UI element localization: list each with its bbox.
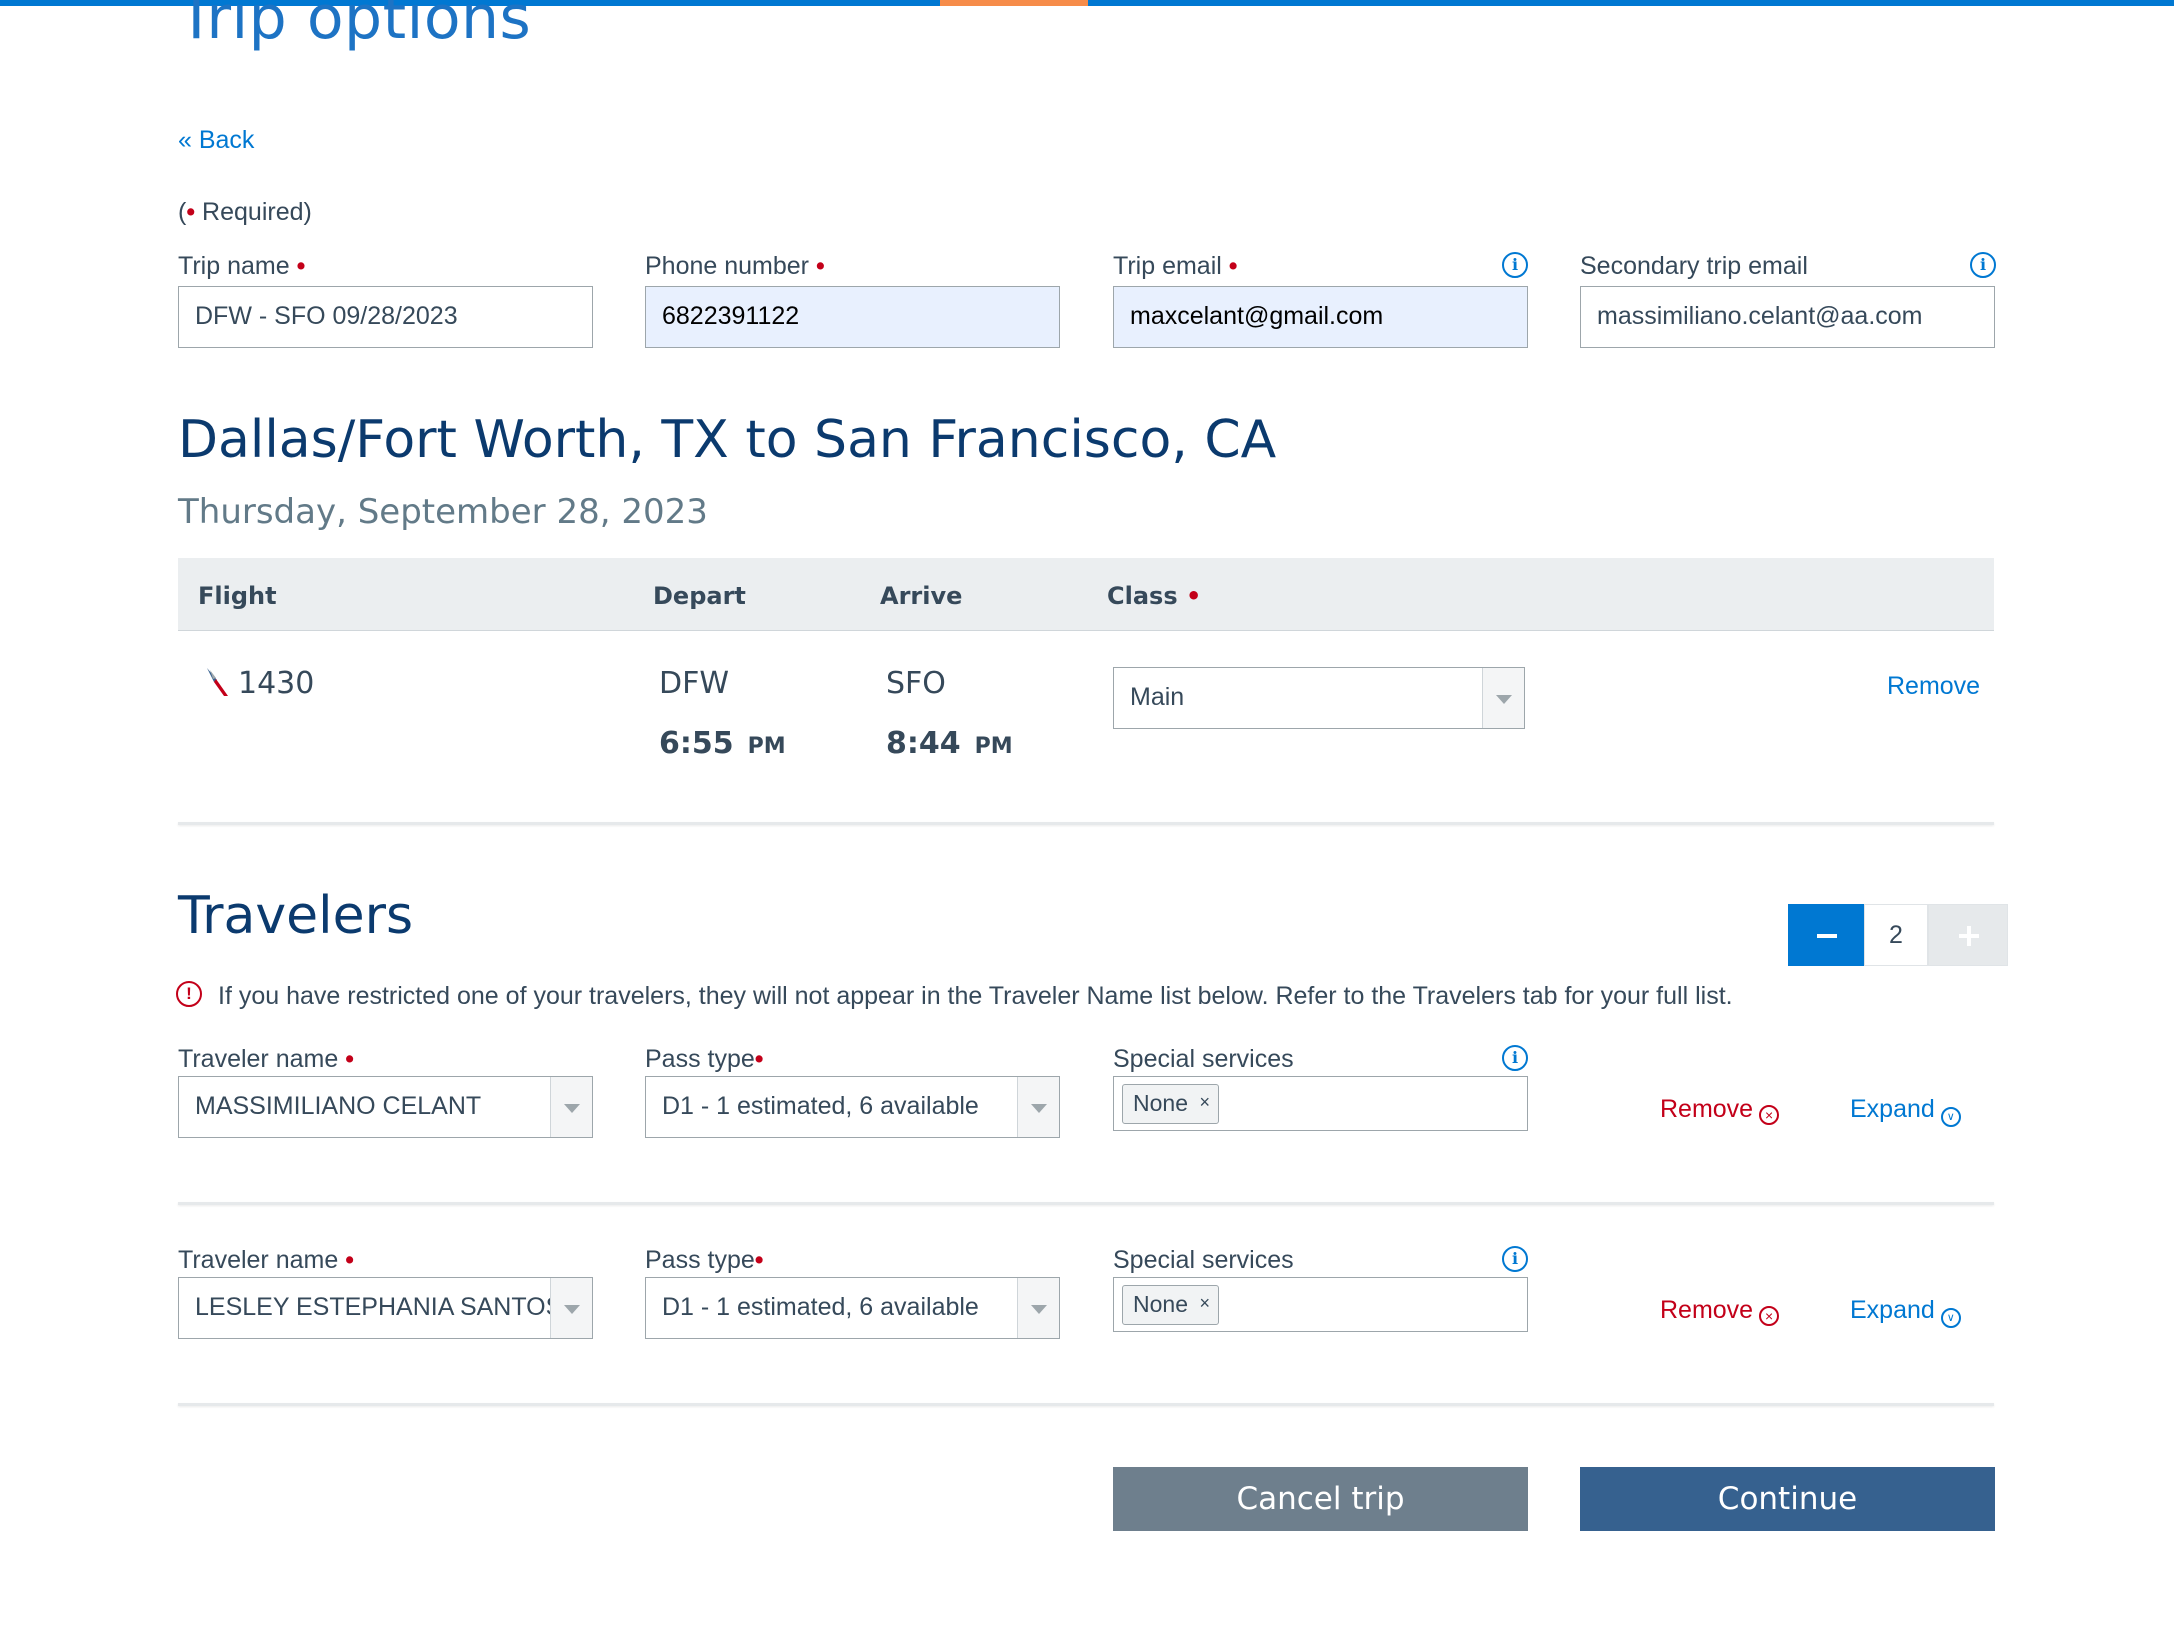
arrive-airport: SFO — [886, 666, 946, 701]
expand-traveler-button[interactable]: Expand ∨ — [1850, 1296, 1961, 1328]
pass-type-value: D1 - 1 estimated, 6 available — [662, 1092, 979, 1120]
route-title: Dallas/Fort Worth, TX to San Francisco, … — [178, 410, 1277, 470]
trip-name-input[interactable]: DFW - SFO 09/28/2023 — [178, 286, 593, 348]
cancel-trip-button[interactable]: Cancel trip — [1113, 1467, 1528, 1531]
traveler-name-label: Traveler name • — [178, 1045, 354, 1073]
traveler-count: 2 — [1864, 904, 1928, 966]
service-tag: None × — [1122, 1285, 1219, 1325]
trip-email-label: Trip email • — [1113, 252, 1238, 280]
traveler-name-select[interactable]: MASSIMILIANO CELANT — [178, 1076, 593, 1138]
route-date: Thursday, September 28, 2023 — [178, 492, 708, 532]
pass-type-select[interactable]: D1 - 1 estimated, 6 available — [645, 1076, 1060, 1138]
flight-table-header: Flight Depart Arrive Class • — [178, 558, 1994, 631]
remove-flight-link[interactable]: Remove — [1887, 672, 1980, 701]
close-circle-icon: × — [1759, 1105, 1780, 1125]
restricted-travelers-notice: If you have restricted one of your trave… — [218, 982, 1733, 1010]
chevron-down-icon[interactable] — [1017, 1278, 1059, 1338]
depart-airport: DFW — [659, 666, 730, 701]
secondary-email-label: Secondary trip email — [1580, 252, 1808, 280]
class-select[interactable]: Main — [1113, 667, 1525, 729]
traveler-name-label: Traveler name • — [178, 1246, 354, 1274]
secondary-email-input[interactable]: massimiliano.celant@aa.com — [1580, 286, 1995, 348]
remove-tag-icon[interactable]: × — [1199, 1084, 1210, 1121]
special-services-input[interactable]: None × — [1113, 1277, 1528, 1332]
chevron-down-icon[interactable] — [550, 1077, 592, 1137]
continue-button[interactable]: Continue — [1580, 1467, 1995, 1531]
traveler-name-select[interactable]: LESLEY ESTEPHANIA SANTOS — [178, 1277, 593, 1339]
traveler-name-value: MASSIMILIANO CELANT — [195, 1092, 482, 1120]
remove-traveler-button[interactable]: Remove × — [1660, 1296, 1780, 1326]
divider — [178, 1202, 1994, 1205]
phone-number-label: Phone number • — [645, 252, 825, 280]
arrive-time: 8:44 PM — [886, 726, 1013, 761]
header-flight: Flight — [198, 582, 277, 610]
header-arrive: Arrive — [880, 582, 963, 610]
pass-type-value: D1 - 1 estimated, 6 available — [662, 1293, 979, 1321]
pass-type-label: Pass type• — [645, 1246, 764, 1274]
pass-type-select[interactable]: D1 - 1 estimated, 6 available — [645, 1277, 1060, 1339]
class-select-value: Main — [1130, 683, 1185, 711]
remove-tag-icon[interactable]: × — [1199, 1285, 1210, 1322]
trip-email-info-icon[interactable]: i — [1502, 252, 1528, 278]
increase-travelers-button[interactable] — [1928, 904, 2008, 966]
close-circle-icon: × — [1759, 1306, 1780, 1326]
depart-time: 6:55 PM — [659, 726, 786, 761]
chevron-down-icon[interactable] — [1482, 668, 1524, 728]
special-services-info-icon[interactable]: i — [1502, 1246, 1528, 1272]
required-note: (• Required) — [178, 198, 312, 226]
service-tag: None × — [1122, 1084, 1219, 1124]
header-depart: Depart — [653, 582, 746, 610]
progress-bar-active-step — [940, 0, 1088, 6]
pass-type-label: Pass type• — [645, 1045, 764, 1073]
secondary-email-info-icon[interactable]: i — [1970, 252, 1996, 278]
divider — [178, 1403, 1994, 1406]
special-services-label: Special services — [1113, 1045, 1294, 1073]
chevron-down-circle-icon: ∨ — [1940, 1107, 1961, 1127]
flight-number: 1430 — [238, 666, 315, 701]
special-services-label: Special services — [1113, 1246, 1294, 1274]
travelers-title: Travelers — [178, 886, 414, 946]
chevron-down-icon[interactable] — [550, 1278, 592, 1338]
chevron-down-icon[interactable] — [1017, 1077, 1059, 1137]
decrease-travelers-button[interactable] — [1788, 904, 1864, 966]
chevron-down-circle-icon: ∨ — [1940, 1308, 1961, 1328]
airline-logo-icon — [207, 668, 228, 696]
remove-traveler-button[interactable]: Remove × — [1660, 1095, 1780, 1125]
back-link[interactable]: « Back — [178, 126, 254, 155]
special-services-input[interactable]: None × — [1113, 1076, 1528, 1131]
page-title: Trip options — [178, 0, 532, 53]
expand-traveler-button[interactable]: Expand ∨ — [1850, 1095, 1961, 1127]
header-class: Class • — [1107, 582, 1202, 610]
special-services-info-icon[interactable]: i — [1502, 1045, 1528, 1071]
alert-icon: ! — [176, 981, 202, 1007]
phone-number-input[interactable]: 6822391122 — [645, 286, 1060, 348]
traveler-name-value: LESLEY ESTEPHANIA SANTOS — [195, 1293, 563, 1321]
divider — [178, 822, 1994, 825]
trip-email-input[interactable]: maxcelant@gmail.com — [1113, 286, 1528, 348]
trip-name-label: Trip name • — [178, 252, 306, 280]
